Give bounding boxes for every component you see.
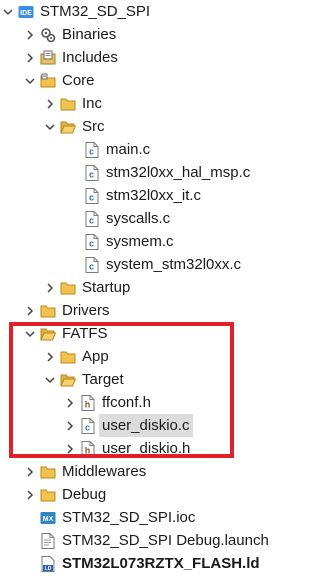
tree-item-startup[interactable]: Startup — [44, 276, 130, 299]
folder-open-icon — [60, 119, 77, 135]
chevron-right-icon[interactable] — [24, 52, 36, 64]
tree-item-drivers[interactable]: Drivers — [24, 299, 110, 322]
mx-file-icon: MX — [40, 510, 56, 526]
c-file-icon: c — [84, 187, 100, 204]
svg-text:IDE: IDE — [20, 10, 32, 17]
folder-icon — [60, 280, 76, 296]
folder-icon — [40, 464, 56, 480]
file-name: STM32L073RZTX_FLASH.ld — [62, 555, 260, 572]
tree-item-label: Debug — [62, 486, 107, 503]
file-name: syscalls.c — [106, 210, 171, 227]
includes-icon — [40, 50, 56, 66]
tree-item-label: Inc — [82, 95, 103, 112]
source-folder-icon — [40, 73, 56, 89]
project-name: STM32_SD_SPI — [40, 3, 151, 20]
file-name: stm32l0xx_it.c — [106, 187, 202, 204]
chevron-right-icon[interactable] — [24, 489, 36, 501]
chevron-down-icon[interactable] — [44, 121, 56, 133]
chevron-down-icon[interactable] — [24, 75, 36, 87]
folder-icon — [40, 303, 56, 319]
tree-item-ioc-file[interactable]: MX STM32_SD_SPI.ioc — [40, 506, 195, 529]
file-name: stm32l0xx_hal_msp.c — [106, 164, 251, 181]
c-file-icon: c — [84, 256, 100, 273]
file-name: system_stm32l0xx.c — [106, 256, 242, 273]
tree-item-label: Startup — [82, 279, 131, 296]
tree-item-src[interactable]: Src — [44, 115, 105, 138]
highlight-annotation-box — [9, 322, 234, 458]
chevron-down-icon[interactable] — [2, 6, 14, 18]
svg-text:LD: LD — [45, 566, 52, 572]
file-name: sysmem.c — [106, 233, 174, 250]
tree-item-label: Middlewares — [62, 463, 147, 480]
svg-text:c: c — [89, 169, 94, 179]
file-name: main.c — [106, 141, 151, 158]
tree-item-label: Src — [82, 118, 105, 135]
file-name: STM32_SD_SPI Debug.launch — [62, 532, 269, 549]
c-file-icon: c — [84, 210, 100, 227]
chevron-right-icon[interactable] — [24, 305, 36, 317]
launch-file-icon — [40, 532, 56, 549]
tree-item-middlewares[interactable]: Middlewares — [24, 460, 146, 483]
ide-project-icon: IDE — [18, 4, 34, 20]
tree-item-src-file[interactable]: c syscalls.c — [84, 207, 170, 230]
c-file-icon: c — [84, 164, 100, 181]
svg-text:c: c — [89, 215, 94, 225]
ld-file-icon: LD — [40, 555, 56, 572]
tree-item-ld-file[interactable]: LD STM32L073RZTX_FLASH.ld — [40, 552, 260, 575]
tree-item-label: Drivers — [62, 302, 110, 319]
chevron-right-icon[interactable] — [44, 282, 56, 294]
tree-item-label: Includes — [62, 49, 118, 66]
folder-icon — [40, 487, 56, 503]
tree-item-label: Binaries — [62, 26, 117, 43]
tree-item-includes[interactable]: Includes — [24, 46, 118, 69]
c-file-icon: c — [84, 233, 100, 250]
project-root-row[interactable]: IDE STM32_SD_SPI — [2, 0, 150, 23]
tree-item-debug[interactable]: Debug — [24, 483, 106, 506]
svg-text:c: c — [89, 238, 94, 248]
tree-item-src-file[interactable]: c main.c — [84, 138, 150, 161]
tree-item-label: Core — [62, 72, 95, 89]
chevron-right-icon[interactable] — [24, 466, 36, 478]
tree-item-binaries[interactable]: Binaries — [24, 23, 116, 46]
svg-text:MX: MX — [43, 516, 54, 523]
tree-item-inc[interactable]: Inc — [44, 92, 102, 115]
tree-item-core[interactable]: Core — [24, 69, 95, 92]
tree-item-src-file[interactable]: c sysmem.c — [84, 230, 174, 253]
tree-item-src-file[interactable]: c stm32l0xx_it.c — [84, 184, 201, 207]
c-file-icon: c — [84, 141, 100, 158]
chevron-right-icon[interactable] — [44, 98, 56, 110]
folder-icon — [60, 96, 76, 112]
svg-text:c: c — [89, 261, 94, 271]
chevron-right-icon[interactable] — [24, 29, 36, 41]
binaries-icon — [40, 27, 56, 43]
tree-item-launch-file[interactable]: STM32_SD_SPI Debug.launch — [40, 529, 269, 552]
svg-text:c: c — [89, 146, 94, 156]
svg-text:c: c — [89, 192, 94, 202]
tree-item-src-file[interactable]: c system_stm32l0xx.c — [84, 253, 241, 276]
file-name: STM32_SD_SPI.ioc — [62, 509, 196, 526]
tree-item-src-file[interactable]: c stm32l0xx_hal_msp.c — [84, 161, 250, 184]
